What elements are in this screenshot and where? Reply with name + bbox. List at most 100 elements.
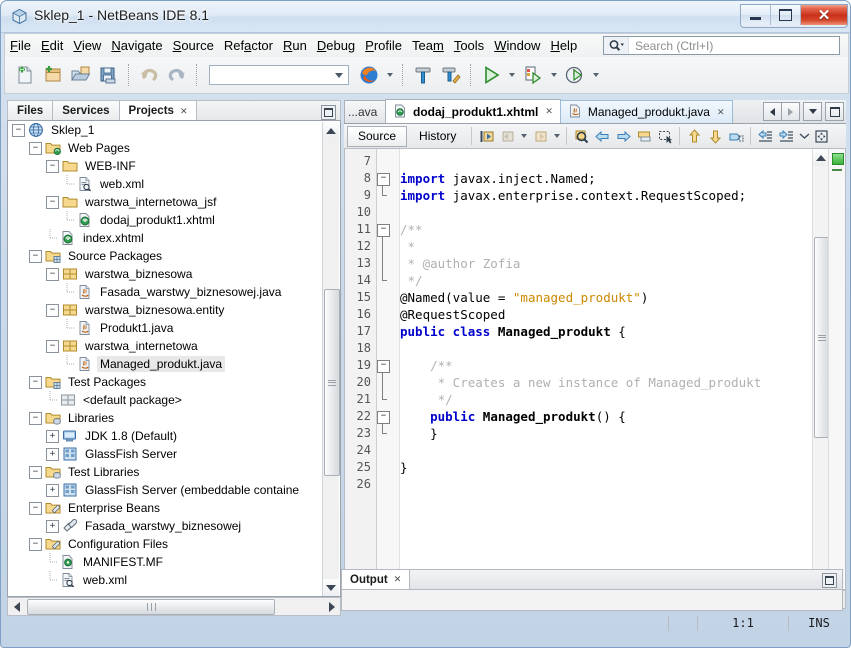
- tree-node[interactable]: + JDK 1.8 (Default): [8, 427, 324, 445]
- close-icon[interactable]: ✕: [180, 106, 188, 117]
- code-text-area[interactable]: import javax.inject.Named; import javax.e…: [400, 149, 845, 588]
- profile-dropdown-button[interactable]: [589, 61, 603, 89]
- tab-dodaj-produkt1-xhtml[interactable]: dodaj_produkt1.xhtml ✕: [385, 99, 561, 123]
- run-project-button[interactable]: [477, 61, 505, 89]
- tree-node[interactable]: − Test Libraries: [8, 463, 324, 481]
- code-fold-toggle[interactable]: −: [377, 173, 390, 186]
- menu-window[interactable]: Window: [489, 36, 545, 55]
- output-window-content[interactable]: [341, 590, 843, 611]
- tree-collapse-toggle[interactable]: −: [46, 339, 59, 353]
- last-edit-button[interactable]: [476, 126, 497, 147]
- code-editor[interactable]: 7 8 9 10 11 12 13 14 15 16 17 18 19 20 21 22 23 24 25 26 − −…: [344, 149, 846, 590]
- open-project-button[interactable]: [67, 61, 95, 89]
- minimize-panel-button[interactable]: [321, 105, 336, 120]
- scroll-tabs-left-button[interactable]: [763, 102, 781, 121]
- close-icon[interactable]: ✕: [394, 574, 402, 585]
- tree-node[interactable]: MANIFEST.MF: [8, 553, 324, 571]
- back-button[interactable]: [497, 126, 518, 147]
- tree-node[interactable]: − warstwa_internetowa: [8, 337, 324, 355]
- previous-bookmark-button[interactable]: [592, 126, 613, 147]
- forward-dropdown-button[interactable]: [551, 126, 563, 147]
- menu-profile[interactable]: Profile: [360, 36, 407, 55]
- tab-projects[interactable]: Projects ✕: [119, 100, 198, 120]
- forward-button[interactable]: [530, 126, 551, 147]
- find-selection-button[interactable]: [571, 126, 592, 147]
- menu-debug[interactable]: Debug: [312, 36, 360, 55]
- browser-dropdown-button[interactable]: [383, 61, 397, 89]
- tree-node[interactable]: − Enterprise Beans: [8, 499, 324, 517]
- tree-node[interactable]: − warstwa_internetowa_jsf: [8, 193, 324, 211]
- tree-node[interactable]: − Source Packages: [8, 247, 324, 265]
- tree-node[interactable]: − Sklep_1: [8, 121, 324, 139]
- build-project-button[interactable]: [409, 61, 437, 89]
- tree-expand-toggle[interactable]: +: [46, 447, 59, 461]
- project-tree[interactable]: − Sklep_1− Web Pages − WEB-INF web.xml − warstw…: [7, 121, 341, 597]
- tree-node[interactable]: Managed_produkt.java: [8, 355, 324, 373]
- menu-run[interactable]: Run: [278, 36, 312, 55]
- search-input[interactable]: Search (Ctrl+I): [635, 39, 713, 53]
- toggle-rectangular-selection-button[interactable]: [655, 126, 676, 147]
- tree-node[interactable]: + GlassFish Server: [8, 445, 324, 463]
- code-fold-toggle[interactable]: −: [377, 411, 390, 424]
- menu-navigate[interactable]: Navigate: [106, 36, 167, 55]
- shift-line-right-button[interactable]: [776, 126, 797, 147]
- tree-node[interactable]: − Test Packages: [8, 373, 324, 391]
- tree-node[interactable]: Produkt1.java: [8, 319, 324, 337]
- view-tab-history[interactable]: History: [409, 127, 466, 146]
- undo-button[interactable]: [135, 61, 163, 89]
- tree-node[interactable]: web.xml: [8, 571, 324, 589]
- tab-files[interactable]: Files: [8, 101, 54, 120]
- tree-collapse-toggle[interactable]: −: [29, 465, 42, 479]
- tree-expand-toggle[interactable]: +: [46, 519, 59, 533]
- toggle-split-button[interactable]: [811, 126, 832, 147]
- tree-collapse-toggle[interactable]: −: [29, 501, 42, 515]
- tree-node[interactable]: − Web Pages: [8, 139, 324, 157]
- tree-node[interactable]: index.xhtml: [8, 229, 324, 247]
- code-fold-bar[interactable]: − − − −: [377, 149, 400, 588]
- tab-output[interactable]: Output ✕: [342, 570, 411, 589]
- tree-node[interactable]: − warstwa_biznesowa.entity: [8, 301, 324, 319]
- code-fold-toggle[interactable]: −: [377, 360, 390, 373]
- tree-node[interactable]: web.xml: [8, 175, 324, 193]
- tree-node[interactable]: + GlassFish Server (embeddable containe: [8, 481, 324, 499]
- minimize-button[interactable]: [741, 5, 771, 25]
- menu-help[interactable]: Help: [545, 36, 582, 55]
- back-dropdown-button[interactable]: [518, 126, 530, 147]
- tree-node[interactable]: dodaj_produkt1.xhtml: [8, 211, 324, 229]
- scroll-tabs-right-button[interactable]: [781, 102, 800, 121]
- tree-collapse-toggle[interactable]: −: [46, 195, 59, 209]
- tree-vertical-scrollbar[interactable]: [322, 122, 340, 596]
- scroll-up-button[interactable]: [813, 149, 829, 166]
- menu-refactor[interactable]: Refactor: [219, 36, 278, 55]
- tree-node[interactable]: + Fasada_warstwy_biznesowej: [8, 517, 324, 535]
- menu-edit[interactable]: Edit: [36, 36, 68, 55]
- tree-collapse-toggle[interactable]: −: [29, 537, 42, 551]
- new-file-button[interactable]: [11, 61, 39, 89]
- tab-partial-java[interactable]: ...ava: [344, 100, 386, 123]
- tab-services[interactable]: Services: [53, 101, 120, 120]
- debug-dropdown-button[interactable]: [547, 61, 561, 89]
- tree-node[interactable]: − Configuration Files: [8, 535, 324, 553]
- tab-list-button[interactable]: [803, 102, 822, 121]
- next-error-button[interactable]: [705, 126, 726, 147]
- tree-collapse-toggle[interactable]: −: [12, 123, 25, 137]
- minimize-output-button[interactable]: [822, 573, 837, 588]
- tree-node[interactable]: − warstwa_biznesowa: [8, 265, 324, 283]
- close-icon[interactable]: ✕: [717, 107, 725, 118]
- previous-error-button[interactable]: [684, 126, 705, 147]
- scroll-up-button[interactable]: [323, 122, 339, 139]
- tree-collapse-toggle[interactable]: −: [46, 303, 59, 317]
- tree-collapse-toggle[interactable]: −: [29, 375, 42, 389]
- tree-collapse-toggle[interactable]: −: [29, 411, 42, 425]
- more-toolbar-button[interactable]: [797, 126, 811, 147]
- debug-project-button[interactable]: [519, 61, 547, 89]
- code-fold-toggle[interactable]: −: [377, 224, 390, 237]
- browser-button[interactable]: [355, 61, 383, 89]
- tab-managed-produkt-java[interactable]: Managed_produkt.java ✕: [559, 100, 733, 123]
- run-dropdown-button[interactable]: [505, 61, 519, 89]
- tree-node[interactable]: Fasada_warstwy_biznesowej.java: [8, 283, 324, 301]
- maximize-editor-button[interactable]: [825, 102, 844, 121]
- tree-collapse-toggle[interactable]: −: [29, 141, 42, 155]
- new-project-button[interactable]: [39, 61, 67, 89]
- redo-button[interactable]: [163, 61, 191, 89]
